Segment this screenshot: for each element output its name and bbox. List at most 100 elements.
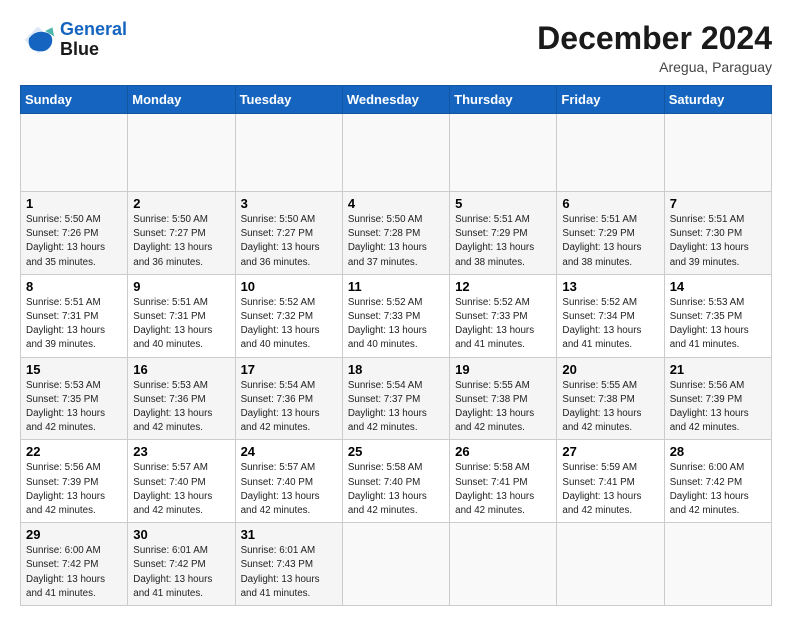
calendar-day-cell [450,523,557,606]
calendar-day-cell: 13 Sunrise: 5:52 AMSunset: 7:34 PMDayligh… [557,274,664,357]
day-info: Sunrise: 5:56 AMSunset: 7:39 PMDaylight:… [670,379,766,436]
day-number: 21 [670,362,766,377]
day-info: Sunrise: 5:59 AMSunset: 7:41 PMDaylight:… [562,461,658,518]
calendar-day-cell: 2Sunrise: 5:50 AMSunset: 7:27 PMDaylight… [128,192,235,275]
calendar-day-cell [664,114,771,192]
day-of-week-header: Thursday [450,86,557,114]
calendar-week-row: 29 Sunrise: 6:00 AMSunset: 7:42 PMDayligh… [21,523,772,606]
day-number: 26 [455,444,551,459]
day-number: 27 [562,444,658,459]
calendar-day-cell: 15Sunrise: 5:53 AMSunset: 7:35 PMDayligh… [21,357,128,440]
day-info: Sunrise: 5:50 AMSunset: 7:28 PMDaylight:… [348,213,444,270]
day-number: 8 [26,279,122,294]
month-title: December 2024 [537,20,772,57]
calendar-table: SundayMondayTuesdayWednesdayThursdayFrid… [20,85,772,606]
calendar-week-row [21,114,772,192]
calendar-day-cell: 3Sunrise: 5:50 AMSunset: 7:27 PMDaylight… [235,192,342,275]
day-number: 13 [562,279,658,294]
calendar-day-cell [557,114,664,192]
day-number: 9 [133,279,229,294]
calendar-week-row: 8 Sunrise: 5:51 AMSunset: 7:31 PMDaylight… [21,274,772,357]
calendar-week-row: 22Sunrise: 5:56 AMSunset: 7:39 PMDayligh… [21,440,772,523]
logo-text: General Blue [60,20,127,60]
calendar-day-cell: 17Sunrise: 5:54 AMSunset: 7:36 PMDayligh… [235,357,342,440]
calendar-day-cell [557,523,664,606]
day-of-week-header: Saturday [664,86,771,114]
day-info: Sunrise: 5:57 AMSunset: 7:40 PMDaylight:… [241,461,337,518]
day-info: Sunrise: 6:00 AMSunset: 7:42 PMDaylight:… [670,461,766,518]
day-info: Sunrise: 5:58 AMSunset: 7:40 PMDaylight:… [348,461,444,518]
day-number: 1 [26,196,122,211]
title-block: December 2024 Aregua, Paraguay [537,20,772,75]
day-number: 20 [562,362,658,377]
calendar-day-cell: 1 Sunrise: 5:50 AMSunset: 7:26 PMDaylight… [21,192,128,275]
day-info: Sunrise: 5:58 AMSunset: 7:41 PMDaylight:… [455,461,551,518]
day-number: 7 [670,196,766,211]
day-info: Sunrise: 5:50 AMSunset: 7:27 PMDaylight:… [241,213,337,270]
day-info: Sunrise: 6:01 AMSunset: 7:43 PMDaylight:… [241,544,337,601]
day-info: Sunrise: 5:53 AMSunset: 7:35 PMDaylight:… [26,379,122,436]
day-info: Sunrise: 5:55 AMSunset: 7:38 PMDaylight:… [562,379,658,436]
day-number: 4 [348,196,444,211]
calendar-day-cell [235,114,342,192]
day-number: 30 [133,527,229,542]
day-info: Sunrise: 5:55 AMSunset: 7:38 PMDaylight:… [455,379,551,436]
calendar-day-cell [21,114,128,192]
day-number: 29 [26,527,122,542]
day-number: 11 [348,279,444,294]
calendar-week-row: 1 Sunrise: 5:50 AMSunset: 7:26 PMDaylight… [21,192,772,275]
calendar-day-cell: 18 Sunrise: 5:54 AMSunset: 7:37 PMDayligh… [342,357,449,440]
calendar-day-cell [128,114,235,192]
header-row: SundayMondayTuesdayWednesdayThursdayFrid… [21,86,772,114]
day-info: Sunrise: 5:53 AMSunset: 7:35 PMDaylight:… [670,296,766,353]
day-number: 24 [241,444,337,459]
day-info: Sunrise: 5:53 AMSunset: 7:36 PMDaylight:… [133,379,229,436]
calendar-week-row: 15Sunrise: 5:53 AMSunset: 7:35 PMDayligh… [21,357,772,440]
day-info: Sunrise: 5:51 AMSunset: 7:29 PMDaylight:… [455,213,551,270]
day-of-week-header: Friday [557,86,664,114]
calendar-day-cell [342,523,449,606]
calendar-day-cell: 26 Sunrise: 5:58 AMSunset: 7:41 PMDayligh… [450,440,557,523]
calendar-day-cell: 29 Sunrise: 6:00 AMSunset: 7:42 PMDayligh… [21,523,128,606]
day-number: 2 [133,196,229,211]
day-info: Sunrise: 5:56 AMSunset: 7:39 PMDaylight:… [26,461,122,518]
day-info: Sunrise: 5:52 AMSunset: 7:33 PMDaylight:… [455,296,551,353]
calendar-day-cell: 11 Sunrise: 5:52 AMSunset: 7:33 PMDayligh… [342,274,449,357]
day-of-week-header: Monday [128,86,235,114]
calendar-day-cell [664,523,771,606]
calendar-day-cell: 22Sunrise: 5:56 AMSunset: 7:39 PMDayligh… [21,440,128,523]
calendar-day-cell: 10 Sunrise: 5:52 AMSunset: 7:32 PMDayligh… [235,274,342,357]
day-info: Sunrise: 5:52 AMSunset: 7:33 PMDaylight:… [348,296,444,353]
calendar-day-cell: 9 Sunrise: 5:51 AMSunset: 7:31 PMDaylight… [128,274,235,357]
day-number: 17 [241,362,337,377]
day-number: 12 [455,279,551,294]
calendar-day-cell: 4 Sunrise: 5:50 AMSunset: 7:28 PMDaylight… [342,192,449,275]
day-number: 14 [670,279,766,294]
day-number: 23 [133,444,229,459]
day-info: Sunrise: 5:52 AMSunset: 7:34 PMDaylight:… [562,296,658,353]
day-of-week-header: Sunday [21,86,128,114]
day-info: Sunrise: 5:51 AMSunset: 7:29 PMDaylight:… [562,213,658,270]
day-info: Sunrise: 5:54 AMSunset: 7:37 PMDaylight:… [348,379,444,436]
day-number: 18 [348,362,444,377]
day-info: Sunrise: 5:50 AMSunset: 7:26 PMDaylight:… [26,213,122,270]
logo-icon [20,22,56,58]
day-number: 5 [455,196,551,211]
day-info: Sunrise: 5:52 AMSunset: 7:32 PMDaylight:… [241,296,337,353]
day-of-week-header: Wednesday [342,86,449,114]
calendar-day-cell: 12 Sunrise: 5:52 AMSunset: 7:33 PMDayligh… [450,274,557,357]
calendar-day-cell: 28 Sunrise: 6:00 AMSunset: 7:42 PMDayligh… [664,440,771,523]
day-number: 10 [241,279,337,294]
calendar-day-cell: 6Sunrise: 5:51 AMSunset: 7:29 PMDaylight… [557,192,664,275]
day-number: 19 [455,362,551,377]
day-number: 16 [133,362,229,377]
day-number: 28 [670,444,766,459]
day-of-week-header: Tuesday [235,86,342,114]
calendar-day-cell: 24 Sunrise: 5:57 AMSunset: 7:40 PMDayligh… [235,440,342,523]
day-info: Sunrise: 6:00 AMSunset: 7:42 PMDaylight:… [26,544,122,601]
day-info: Sunrise: 5:51 AMSunset: 7:31 PMDaylight:… [133,296,229,353]
logo: General Blue [20,20,127,60]
calendar-day-cell: 21 Sunrise: 5:56 AMSunset: 7:39 PMDayligh… [664,357,771,440]
calendar-day-cell: 20 Sunrise: 5:55 AMSunset: 7:38 PMDayligh… [557,357,664,440]
calendar-day-cell: 16 Sunrise: 5:53 AMSunset: 7:36 PMDayligh… [128,357,235,440]
